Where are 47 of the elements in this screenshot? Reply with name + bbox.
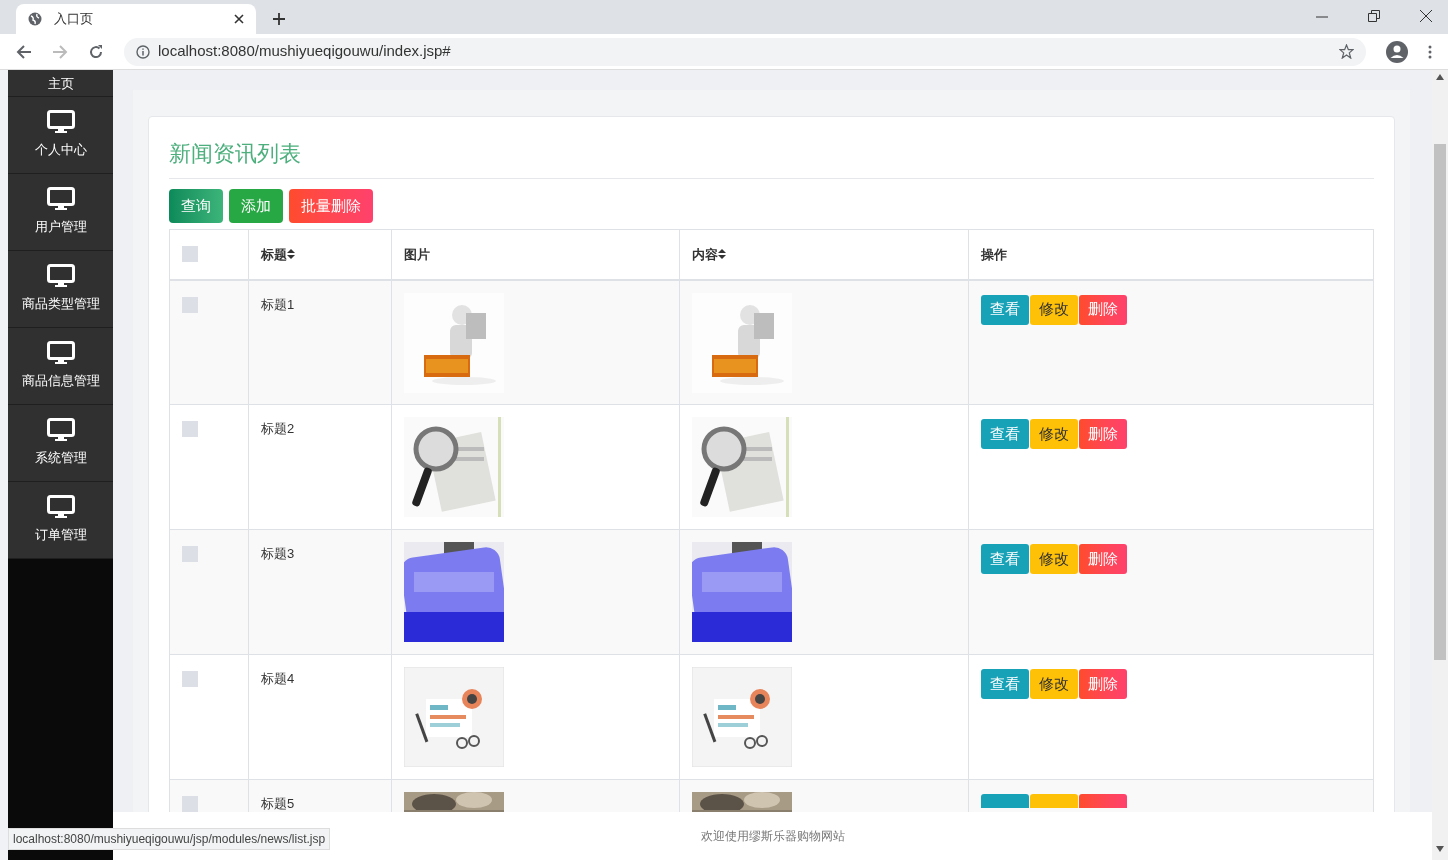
close-icon[interactable]: [1420, 10, 1432, 22]
close-icon[interactable]: [234, 14, 244, 24]
star-icon[interactable]: [1339, 44, 1354, 59]
checkbox[interactable]: [182, 796, 198, 812]
sort-icon[interactable]: [718, 249, 726, 260]
sort-icon[interactable]: [287, 249, 295, 260]
info-icon: [136, 44, 150, 59]
checkbox[interactable]: [182, 671, 198, 687]
monitor-icon: [46, 341, 75, 366]
title-text: 标题1: [261, 296, 295, 312]
tab-title: 入口页: [54, 10, 94, 29]
monitor-icon: [46, 495, 75, 520]
column-header: 操作: [981, 245, 1007, 264]
address-bar[interactable]: localhost:8080/mushiyueqigouwu/index.jsp#: [124, 37, 1366, 66]
scroll-down-icon[interactable]: [1436, 846, 1444, 852]
title-text: 标题5: [261, 796, 295, 811]
monitor-icon: [46, 418, 75, 443]
new-tab-icon[interactable]: [272, 12, 286, 26]
checkbox[interactable]: [182, 246, 198, 263]
url-text: localhost:8080/mushiyueqigouwu/index.jsp#: [158, 41, 452, 62]
edit-button[interactable]: 修改: [1030, 544, 1078, 574]
search-button[interactable]: 查询: [169, 189, 223, 223]
edit-button[interactable]: 修改: [1030, 294, 1078, 325]
checkbox[interactable]: [182, 296, 198, 313]
browser-tab[interactable]: 入口页: [16, 4, 256, 34]
edit-button[interactable]: 修改: [1030, 419, 1078, 449]
reload-icon[interactable]: [88, 43, 104, 60]
monitor-icon: [46, 187, 75, 212]
scrollbar-thumb[interactable]: [1434, 144, 1446, 660]
scroll-up-icon[interactable]: [1436, 74, 1444, 80]
back-icon[interactable]: [16, 43, 32, 60]
title-text: 标题3: [261, 546, 295, 561]
column-header[interactable]: 内容: [692, 244, 726, 264]
monitor-icon: [46, 110, 75, 135]
account-icon[interactable]: [1386, 40, 1408, 63]
title-text: 标题4: [261, 671, 295, 686]
menu-icon[interactable]: [1428, 44, 1432, 59]
globe-icon: [28, 12, 42, 26]
restore-icon[interactable]: [1368, 10, 1380, 22]
monitor-icon: [46, 264, 75, 289]
column-header[interactable]: 标题: [261, 244, 295, 264]
edit-button[interactable]: 修改: [1030, 669, 1078, 699]
column-header: 图片: [404, 245, 430, 264]
title-text: 标题2: [261, 421, 295, 436]
checkbox[interactable]: [182, 546, 198, 562]
page-title: 新闻资讯列表: [169, 137, 1374, 179]
checkbox[interactable]: [182, 421, 198, 437]
